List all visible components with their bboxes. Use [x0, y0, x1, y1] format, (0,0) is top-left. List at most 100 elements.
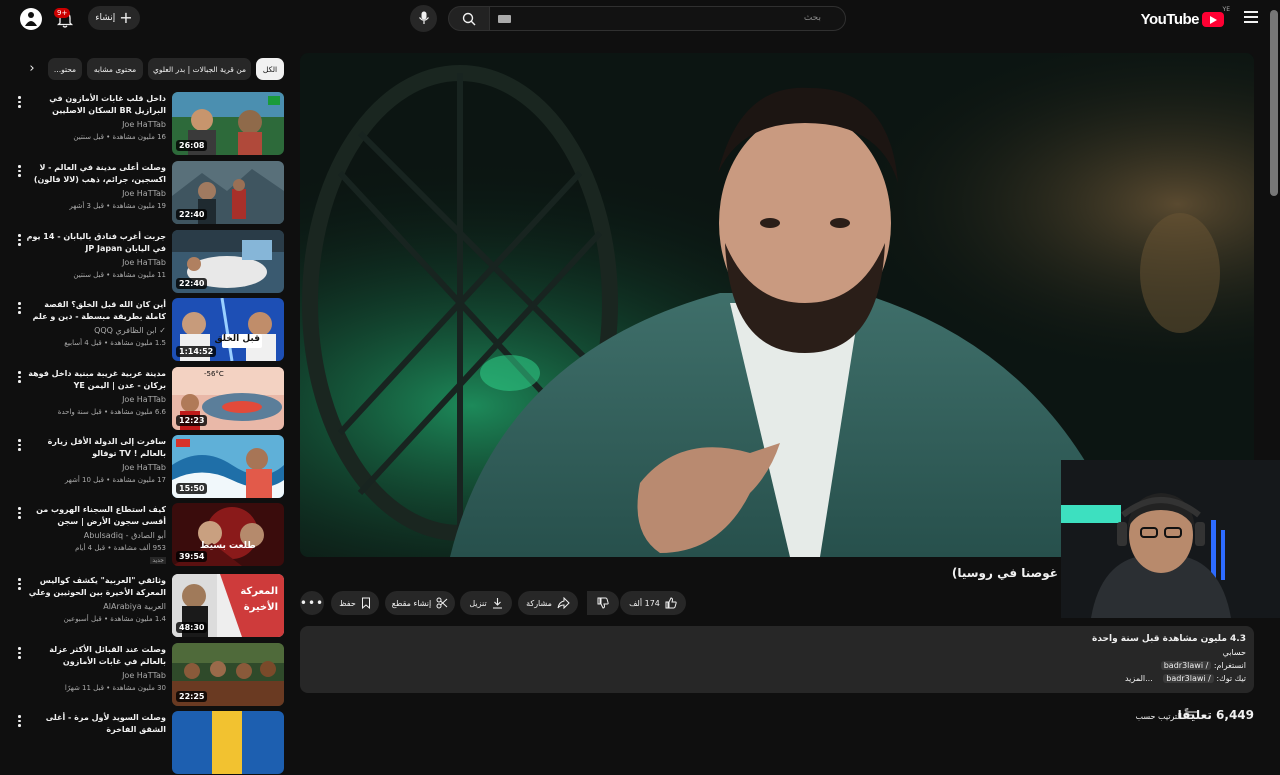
channel-name[interactable]: أبو الصادق - Abulsadiq	[84, 531, 166, 540]
instagram-line[interactable]: انستغرام: / badr3lawi	[1160, 661, 1246, 670]
video-thumbnail[interactable]: 26:08	[172, 92, 284, 155]
video-meta: 1.5 مليون مشاهدة • قبل 4 أسابيع	[64, 339, 166, 347]
search-input[interactable]: بحث	[804, 13, 821, 23]
video-title[interactable]: جربت أغرب فنادق باليابان - 14 يوم في الي…	[26, 231, 166, 255]
video-thumbnail[interactable]: قبل الخلق 1:14:52	[172, 298, 284, 361]
filter-chip-channel[interactable]: من قرية الجبالات | بدر العلوي	[148, 58, 251, 80]
video-thumbnail[interactable]: طلعت بسيط 39:54	[172, 503, 284, 566]
webcam-overlay	[1061, 460, 1280, 618]
channel-name[interactable]: Joe HaTTab	[122, 189, 166, 198]
dislike-button[interactable]	[587, 591, 619, 615]
channel-name[interactable]: ✓ ابن الظافري QQQ	[94, 326, 166, 335]
related-video-item[interactable]: 15:50 سافرت إلى الدولة الأقل زيارة بالعا…	[10, 435, 284, 499]
description-box[interactable]: 4.3 مليون مشاهدة قبل سنة واحدة حسابي انس…	[300, 626, 1254, 693]
search-icon	[462, 12, 476, 26]
filter-chip-more[interactable]: محتو...	[48, 58, 82, 80]
new-badge: جديد	[150, 557, 166, 564]
create-button[interactable]: إنشاء +	[88, 6, 140, 30]
video-title[interactable]: سافرت إلى الدولة الأقل زيارة بالعالم ! T…	[26, 436, 166, 460]
more-vertical-icon[interactable]	[18, 715, 22, 729]
voice-search-button[interactable]	[410, 5, 437, 32]
video-thumbnail[interactable]: 22:40	[172, 161, 284, 224]
related-video-item[interactable]: 22:40 وصلت أعلى مدينة في العالم - لا اكس…	[10, 161, 284, 225]
channel-name[interactable]: Joe HaTTab	[122, 463, 166, 472]
video-meta: 1.4 مليون مشاهدة • قبل أسبوعين	[63, 615, 166, 623]
video-thumbnail[interactable]: المعركة الأخيرة 48:30	[172, 574, 284, 637]
like-button[interactable]: 174 ألف	[620, 591, 686, 615]
channel-name[interactable]: العربية AlArabiya	[103, 602, 166, 611]
more-vertical-icon[interactable]	[18, 96, 22, 110]
video-duration: 15:50	[176, 483, 208, 494]
more-vertical-icon[interactable]	[18, 371, 22, 385]
video-title[interactable]: وصلت عند القبائل الأكثر عزلة بالعالم في …	[26, 644, 166, 668]
video-title[interactable]: وصلت أعلى مدينة في العالم - لا اكسجين، ج…	[26, 162, 166, 186]
clip-button[interactable]: إنشاء مقطع	[385, 591, 455, 615]
channel-name[interactable]: Joe HaTTab	[122, 395, 166, 404]
channel-name[interactable]: Joe HaTTab	[122, 671, 166, 680]
related-video-item[interactable]: وصلت السويد لأول مرة - أغلى الشقق الفاخر…	[10, 711, 284, 775]
chevron-right-icon[interactable]: ›	[24, 62, 40, 78]
channel-name[interactable]: Joe HaTTab	[122, 258, 166, 267]
search-box[interactable]: بحث	[489, 6, 846, 31]
video-duration: 1:14:52	[176, 346, 217, 357]
more-vertical-icon[interactable]	[18, 578, 22, 592]
video-duration: 22:40	[176, 278, 208, 289]
tiktok-handle[interactable]: / badr3lawi	[1163, 674, 1214, 683]
related-video-item[interactable]: قبل الخلق 1:14:52 أين كان الله قبل الخلق…	[10, 298, 284, 362]
video-thumbnail[interactable]: -56°C 12:23	[172, 367, 284, 430]
video-duration: 26:08	[176, 140, 208, 151]
channel-name[interactable]: Joe HaTTab	[122, 120, 166, 129]
video-title[interactable]: مدينة عربية غريبة مبنية داخل فوهة بركان …	[26, 368, 166, 392]
scissors-icon	[436, 597, 448, 609]
filter-chip-all[interactable]: الكل	[256, 58, 284, 80]
instagram-label: انستغرام:	[1213, 661, 1246, 670]
related-video-item[interactable]: 22:40 جربت أغرب فنادق باليابان - 14 يوم …	[10, 230, 284, 294]
related-video-item[interactable]: 22:25 وصلت عند القبائل الأكثر عزلة بالعا…	[10, 643, 284, 707]
more-vertical-icon[interactable]	[18, 439, 22, 453]
tiktok-line[interactable]: تيك توك: / badr3lawi ...المزيد	[1125, 674, 1246, 683]
hamburger-menu-icon[interactable]	[1244, 11, 1258, 23]
video-title[interactable]: وثائقي "العربية" يكشف كواليس المعركة الأ…	[26, 575, 166, 599]
youtube-logo[interactable]: YouTube	[1141, 10, 1224, 28]
more-vertical-icon[interactable]	[18, 234, 22, 248]
more-vertical-icon[interactable]	[18, 647, 22, 661]
more-actions-button[interactable]: •••	[300, 591, 324, 615]
video-thumbnail[interactable]: 22:40	[172, 230, 284, 293]
like-count: 174 ألف	[629, 598, 660, 608]
video-meta: 30 مليون مشاهدة • قبل 11 شهرًا	[64, 684, 166, 692]
video-duration: 12:23	[176, 415, 208, 426]
more-vertical-icon[interactable]	[18, 302, 22, 316]
more-vertical-icon[interactable]	[18, 507, 22, 521]
video-title[interactable]: داخل قلب غابات الأمازون في البرازيل BR ا…	[26, 93, 166, 117]
related-video-item[interactable]: المعركة الأخيرة 48:30 وثائقي "العربية" ي…	[10, 574, 284, 638]
page-scrollbar[interactable]	[1270, 10, 1278, 196]
video-thumbnail[interactable]	[172, 711, 284, 774]
thumbs-down-icon	[597, 597, 609, 609]
video-meta: 6.6 مليون مشاهدة • قبل سنة واحدة	[57, 408, 166, 416]
related-video-item[interactable]: -56°C 12:23 مدينة عربية غريبة مبنية داخل…	[10, 367, 284, 431]
account-avatar[interactable]	[20, 8, 42, 30]
instagram-handle[interactable]: / badr3lawi	[1160, 661, 1212, 670]
tiktok-label: تيك توك:	[1216, 674, 1246, 683]
video-title[interactable]: أين كان الله قبل الخلق؟ القصة كاملة بطري…	[26, 299, 166, 323]
save-button[interactable]: حفظ	[331, 591, 379, 615]
filter-chip-similar[interactable]: محتوى مشابه	[87, 58, 143, 80]
share-button[interactable]: مشاركة	[518, 591, 578, 615]
streamer-image	[1061, 460, 1280, 618]
related-video-item[interactable]: 26:08 داخل قلب غابات الأمازون في البرازي…	[10, 92, 284, 156]
related-video-item[interactable]: طلعت بسيط 39:54 كيف استطاع السجناء الهرو…	[10, 503, 284, 567]
video-thumbnail[interactable]: 22:25	[172, 643, 284, 706]
video-meta: 11 مليون مشاهدة • قبل سنتين	[73, 271, 166, 279]
show-more-link[interactable]: ...المزيد	[1125, 674, 1153, 683]
video-thumbnail[interactable]: 15:50	[172, 435, 284, 498]
keyboard-icon[interactable]	[498, 15, 511, 23]
search-button[interactable]	[448, 6, 490, 31]
more-vertical-icon[interactable]	[18, 165, 22, 179]
video-title[interactable]: وصلت السويد لأول مرة - أغلى الشقق الفاخر…	[26, 712, 166, 736]
thumbnail-caption: قبل الخلق	[214, 334, 260, 344]
download-button[interactable]: تنزيل	[460, 591, 512, 615]
video-meta: 16 مليون مشاهدة • قبل سنتين	[73, 133, 166, 141]
view-stats: 4.3 مليون مشاهدة قبل سنة واحدة	[1092, 634, 1246, 644]
video-duration: 48:30	[176, 622, 208, 633]
video-title[interactable]: كيف استطاع السجناء الهروب من أقسى سجون ا…	[26, 504, 166, 528]
